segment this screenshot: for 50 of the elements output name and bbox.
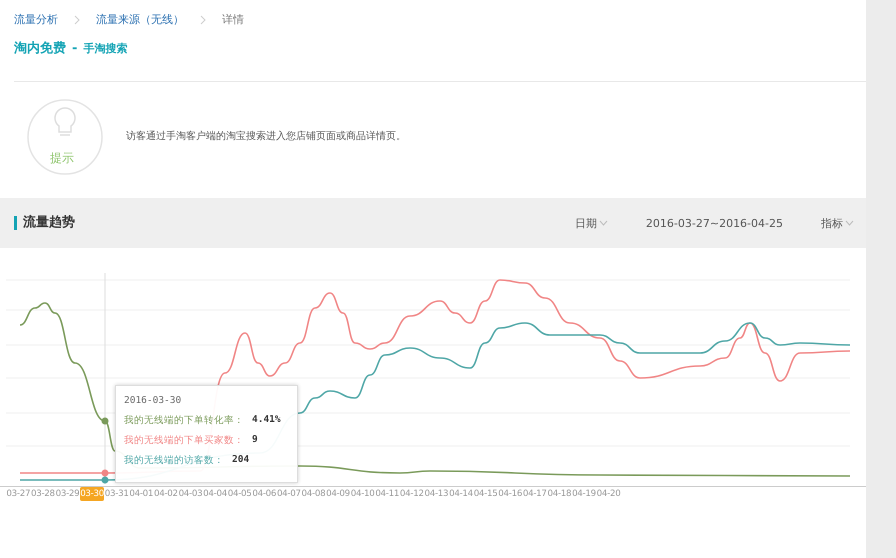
breadcrumb-link[interactable]: 流量来源（无线） xyxy=(96,12,184,27)
date-dropdown[interactable]: 日期 xyxy=(574,216,608,230)
axis-label: 04-14 xyxy=(448,488,474,501)
axis-label: 04-07 xyxy=(276,488,302,501)
axis-label: 04-18 xyxy=(547,488,572,501)
metric-dropdown[interactable]: 指标 xyxy=(821,216,854,230)
axis-label: 03-29 xyxy=(55,488,80,501)
tooltip-value: 9 xyxy=(252,434,258,447)
axis-label: 04-09 xyxy=(326,488,350,501)
breadcrumb-link[interactable]: 流量分析 xyxy=(14,12,58,27)
axis-label: 04-17 xyxy=(522,488,548,501)
page-title: 淘内免费 xyxy=(14,40,66,57)
tip-label: 提示 xyxy=(50,150,74,167)
axis-label: 04-16 xyxy=(498,488,522,501)
axis-label: 04-19 xyxy=(572,488,596,501)
axis-label: 04-13 xyxy=(424,488,449,501)
caret-icon xyxy=(598,220,608,226)
axis-label: 03-27 xyxy=(6,488,31,501)
axis-label: 04-08 xyxy=(301,488,326,501)
tip-text: 访客通过手淘客户端的淘宝搜索进入您店铺页面或商品详情页。 xyxy=(126,130,406,143)
title-separator: - xyxy=(72,41,78,56)
page-subtitle: 手淘搜索 xyxy=(83,41,128,56)
tooltip-label: 我的无线端的访客数： xyxy=(124,454,224,467)
axis-label: 04-05 xyxy=(227,488,252,501)
axis-label: 04-15 xyxy=(473,488,498,501)
axis-label: 04-04 xyxy=(202,488,228,501)
axis-label: 04-06 xyxy=(252,488,277,501)
breadcrumb-current: 详情 xyxy=(222,12,244,27)
axis-label: 04-20 xyxy=(596,488,621,501)
tooltip-value: 4.41% xyxy=(252,414,281,427)
axis-label: 04-01 xyxy=(128,488,154,501)
caret-icon xyxy=(845,220,854,226)
axis-label: 03-30 xyxy=(80,487,104,501)
date-range: 2016-03-27~2016-04-25 xyxy=(646,216,783,230)
axis-label: 04-02 xyxy=(154,488,178,501)
axis-label: 04-03 xyxy=(178,488,203,501)
tooltip-date: 2016-03-30 xyxy=(124,395,182,406)
tooltip-label: 我的无线端的下单买家数： xyxy=(124,434,244,447)
tooltip-label: 我的无线端的下单转化率： xyxy=(124,414,244,427)
tooltip-value: 204 xyxy=(232,454,250,467)
axis-label: 04-11 xyxy=(374,488,400,501)
section-title: 流量趋势 xyxy=(14,216,75,230)
chevron-icon xyxy=(72,14,82,24)
axis-label: 04-10 xyxy=(350,488,375,501)
axis-label: 03-28 xyxy=(30,488,56,501)
lightbulb-icon xyxy=(26,98,104,176)
axis-label: 04-12 xyxy=(400,488,424,501)
chevron-icon xyxy=(198,14,208,24)
hover-dot xyxy=(102,418,108,424)
axis-label: 03-31 xyxy=(104,488,129,501)
